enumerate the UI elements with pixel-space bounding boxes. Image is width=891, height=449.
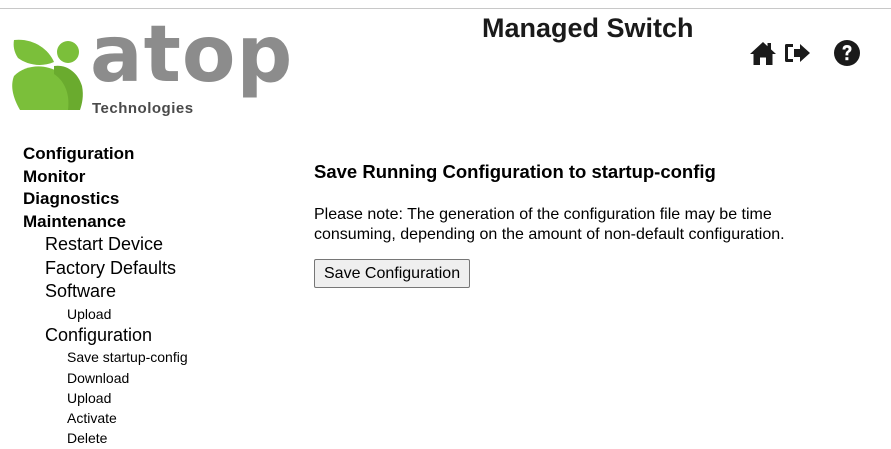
nav-download[interactable]: Download [23,368,188,388]
main-content: Save Running Configuration to startup-co… [314,160,884,288]
nav-restart-device[interactable]: Restart Device [23,233,188,257]
nav-upload[interactable]: Upload [23,388,188,408]
note-line-2: consuming, depending on the amount of no… [314,226,785,243]
logout-icon[interactable] [782,38,812,68]
section-title: Save Running Configuration to startup-co… [314,161,716,182]
info-note: Please note: The generation of the confi… [314,205,886,245]
home-icon[interactable] [748,38,778,68]
nav-configuration[interactable]: Configuration [23,143,188,166]
sidebar-nav: Configuration Monitor Diagnostics Mainte… [23,143,188,449]
logo-wordmark: atop [90,10,294,100]
top-divider [0,8,891,9]
logo-subtitle: Technologies [92,100,194,117]
atop-logo: atop Technologies [10,16,292,124]
save-configuration-button[interactable]: Save Configuration [314,259,471,288]
nav-diagnostics[interactable]: Diagnostics [23,188,188,211]
nav-factory-defaults[interactable]: Factory Defaults [23,257,188,281]
nav-maintenance[interactable]: Maintenance [23,211,188,234]
nav-save-startup-config[interactable]: Save startup-config [23,347,188,367]
nav-software[interactable]: Software [23,280,188,304]
nav-delete[interactable]: Delete [23,428,188,448]
note-line-1: Please note: The generation of the confi… [314,206,772,223]
atop-logo-mark [12,39,83,110]
nav-monitor[interactable]: Monitor [23,166,188,189]
nav-software-upload[interactable]: Upload [23,304,188,324]
nav-configuration-group[interactable]: Configuration [23,324,188,348]
page-title: Managed Switch [482,13,694,43]
help-icon[interactable] [832,38,862,68]
nav-activate[interactable]: Activate [23,408,188,428]
